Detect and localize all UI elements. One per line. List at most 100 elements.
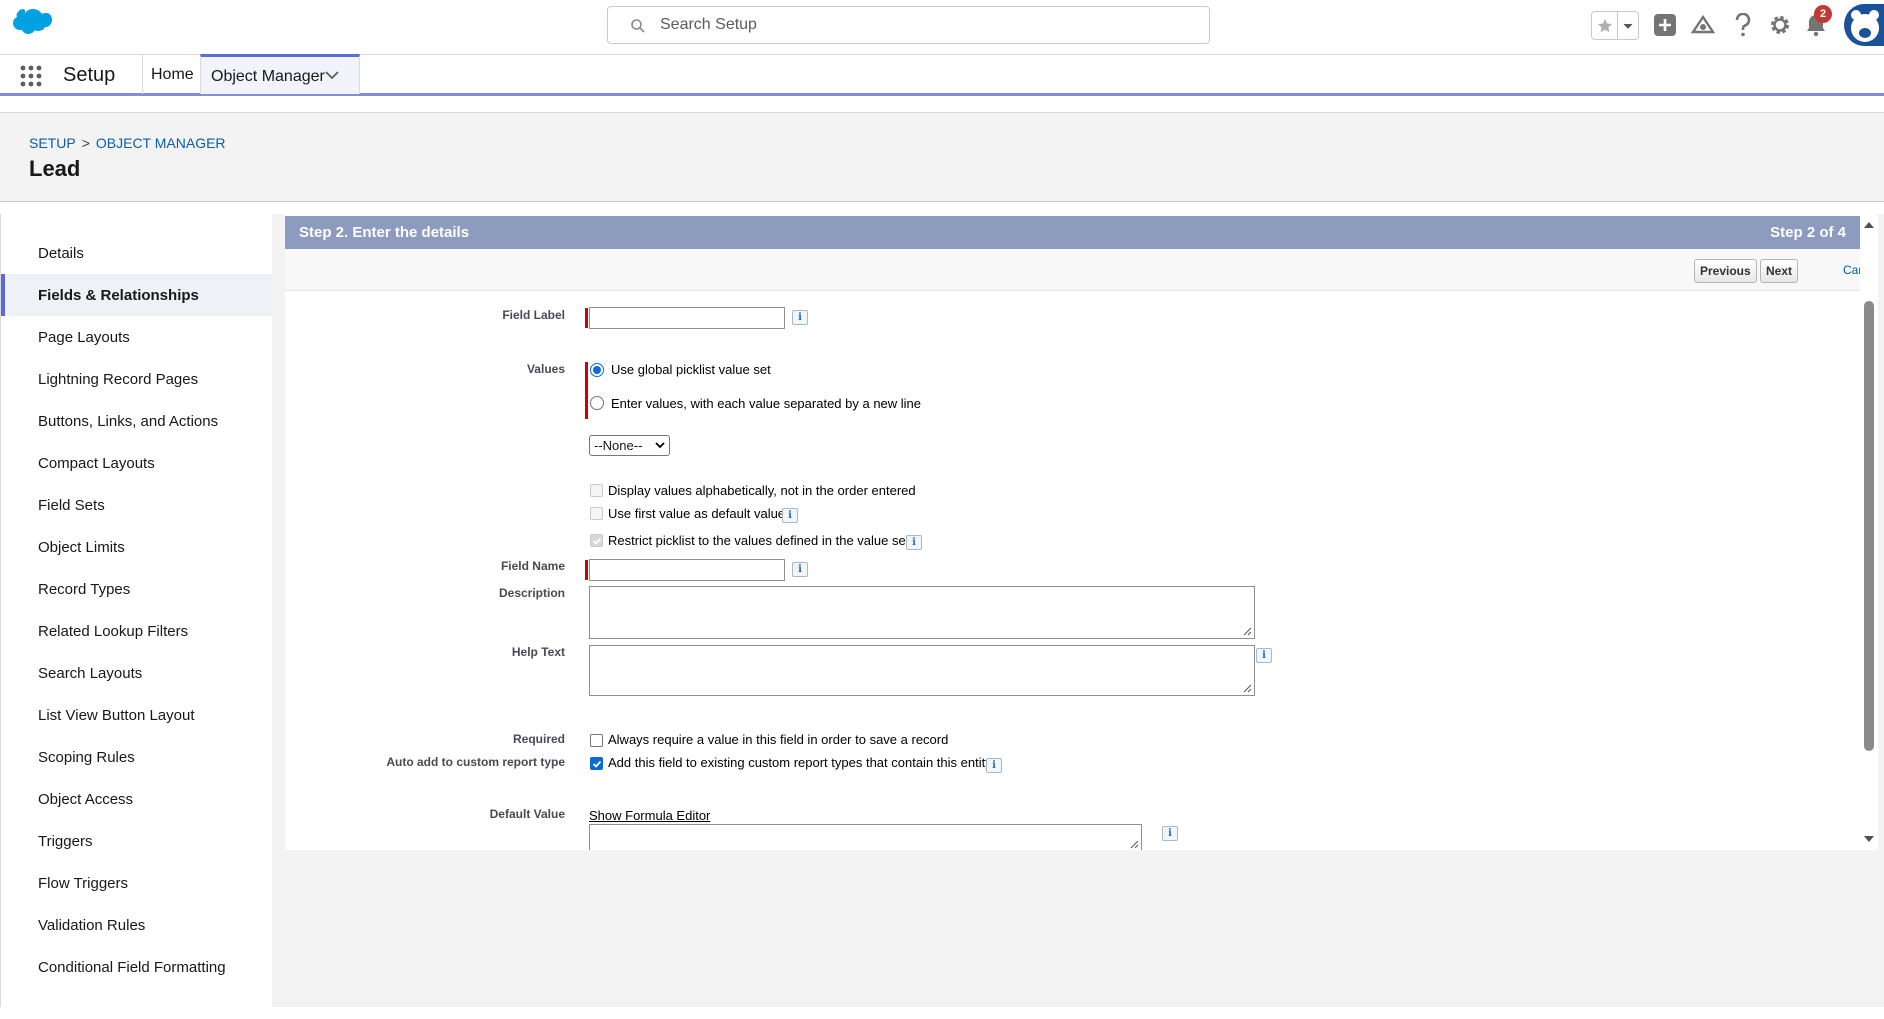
required-checkbox[interactable]	[590, 734, 603, 747]
info-icon[interactable]: i	[906, 535, 922, 550]
sidebar-item-fields-relationships[interactable]: Fields & Relationships	[1, 274, 272, 316]
sidebar-item-record-types[interactable]: Record Types	[1, 568, 272, 610]
step-number: Step 2 of 4	[1770, 224, 1846, 241]
sidebar-item-buttons-links-actions[interactable]: Buttons, Links, and Actions	[1, 400, 272, 442]
sidebar-item-details[interactable]: Details	[1, 232, 272, 274]
chevron-down-icon[interactable]	[1618, 12, 1638, 39]
sidebar-item-triggers[interactable]: Triggers	[1, 820, 272, 862]
trailhead-icon[interactable]	[1690, 12, 1716, 38]
help-text-label: Help Text	[511, 645, 565, 659]
sidebar-item-lightning-record-pages[interactable]: Lightning Record Pages	[1, 358, 272, 400]
avatar[interactable]	[1844, 4, 1884, 46]
required-label: Required	[512, 732, 565, 746]
app-launcher-icon[interactable]	[20, 65, 42, 87]
description-textarea[interactable]	[589, 586, 1255, 639]
required-indicator	[585, 362, 588, 419]
button-row: Previous Next	[285, 249, 1860, 291]
auto-add-label: Auto add to custom report type	[386, 755, 565, 769]
sidebar-item-compact-layouts[interactable]: Compact Layouts	[1, 442, 272, 484]
notification-count-badge: 2	[1814, 5, 1832, 23]
required-checkbox-label: Always require a value in this field in …	[608, 732, 949, 747]
breadcrumb: SETUP > OBJECT MANAGER	[29, 135, 226, 151]
global-value-set-select[interactable]: --None--	[589, 435, 670, 456]
app-nav-bar: Setup Home Object Manager	[0, 54, 1884, 96]
scroll-up-arrow-icon[interactable]	[1863, 220, 1875, 229]
chevron-down-icon	[655, 442, 665, 449]
nav-divider	[142, 55, 143, 94]
sidebar-item-validation-rules[interactable]: Validation Rules	[1, 904, 272, 946]
info-icon[interactable]: i	[1256, 648, 1272, 663]
info-icon[interactable]: i	[782, 508, 798, 523]
resize-grip-icon[interactable]	[1129, 839, 1139, 849]
cancel-link[interactable]: Cancel	[1843, 263, 1860, 277]
info-icon[interactable]: i	[1162, 826, 1178, 841]
first-value-default-checkbox[interactable]	[590, 507, 603, 520]
info-icon[interactable]: i	[792, 310, 808, 325]
sidebar-item-object-access[interactable]: Object Access	[1, 778, 272, 820]
alphabetical-label: Display values alphabetically, not in th…	[608, 483, 916, 498]
sidebar-item-list-view-button-layout[interactable]: List View Button Layout	[1, 694, 272, 736]
search-input[interactable]	[658, 12, 1198, 38]
tab-home[interactable]: Home	[151, 66, 194, 84]
info-icon[interactable]: i	[986, 758, 1002, 773]
sidebar-item-flow-triggers[interactable]: Flow Triggers	[1, 862, 272, 904]
restrict-picklist-checkbox[interactable]	[590, 534, 603, 547]
global-picklist-radio[interactable]	[590, 363, 604, 377]
object-sidebar: Details Fields & Relationships Page Layo…	[0, 214, 272, 1007]
alphabetical-checkbox[interactable]	[590, 484, 603, 497]
values-label: Values	[526, 362, 565, 376]
tab-object-manager[interactable]: Object Manager	[200, 54, 360, 94]
add-icon[interactable]	[1652, 12, 1678, 38]
form-scrollbar[interactable]	[1860, 214, 1878, 850]
default-value-textarea[interactable]	[589, 824, 1142, 850]
breadcrumb-setup[interactable]: SETUP	[29, 135, 76, 151]
step-title: Step 2. Enter the details	[299, 224, 470, 241]
help-text-textarea[interactable]	[589, 645, 1255, 696]
sidebar-item-field-sets[interactable]: Field Sets	[1, 484, 272, 526]
breadcrumb-separator: >	[81, 135, 90, 151]
scroll-down-arrow-icon[interactable]	[1863, 835, 1875, 844]
step-bar: Step 2. Enter the details Step 2 of 4	[285, 216, 1860, 249]
resize-grip-icon[interactable]	[1242, 683, 1252, 693]
required-indicator	[585, 560, 588, 580]
sidebar-item-conditional-field-formatting[interactable]: Conditional Field Formatting	[1, 946, 272, 988]
sidebar-item-page-layouts[interactable]: Page Layouts	[1, 316, 272, 358]
page-header: SETUP > OBJECT MANAGER Lead	[0, 112, 1884, 202]
sidebar-item-search-layouts[interactable]: Search Layouts	[1, 652, 272, 694]
show-formula-editor-link[interactable]: Show Formula Editor	[589, 808, 710, 823]
tab-object-manager-label: Object Manager	[211, 68, 325, 85]
field-label-input[interactable]	[589, 307, 785, 329]
global-header: 2	[0, 0, 1884, 54]
required-indicator	[585, 308, 588, 328]
field-label-label: Field Label	[502, 308, 565, 322]
star-icon[interactable]	[1592, 12, 1618, 39]
auto-add-checkbox-label: Add this field to existing custom report…	[608, 755, 992, 770]
help-icon[interactable]	[1730, 12, 1756, 38]
resize-grip-icon[interactable]	[1242, 626, 1252, 636]
first-value-default-label: Use first value as default value	[608, 506, 786, 521]
select-value: --None--	[594, 438, 643, 453]
auto-add-checkbox[interactable]	[590, 757, 603, 770]
favorites-button[interactable]	[1591, 11, 1639, 40]
page-title: Lead	[29, 156, 81, 181]
sidebar-item-scoping-rules[interactable]: Scoping Rules	[1, 736, 272, 778]
sidebar-item-related-lookup-filters[interactable]: Related Lookup Filters	[1, 610, 272, 652]
restrict-picklist-label: Restrict picklist to the values defined …	[608, 533, 910, 548]
info-icon[interactable]: i	[792, 562, 808, 577]
sidebar-item-object-limits[interactable]: Object Limits	[1, 526, 272, 568]
chevron-down-icon[interactable]	[325, 70, 339, 80]
global-picklist-option-label: Use global picklist value set	[611, 362, 771, 377]
scrollbar-thumb[interactable]	[1864, 301, 1874, 751]
next-button[interactable]: Next	[1760, 259, 1799, 283]
breadcrumb-object-manager[interactable]: OBJECT MANAGER	[96, 135, 226, 151]
previous-button[interactable]: Previous	[1694, 259, 1757, 283]
app-name: Setup	[63, 64, 116, 86]
enter-values-radio[interactable]	[590, 396, 604, 410]
search-icon	[631, 19, 645, 33]
field-name-input[interactable]	[589, 559, 785, 581]
default-value-label: Default Value	[489, 807, 565, 821]
gear-icon[interactable]	[1767, 12, 1793, 38]
global-search[interactable]	[607, 6, 1210, 44]
salesforce-logo-icon[interactable]	[6, 8, 52, 42]
description-label: Description	[498, 586, 565, 600]
